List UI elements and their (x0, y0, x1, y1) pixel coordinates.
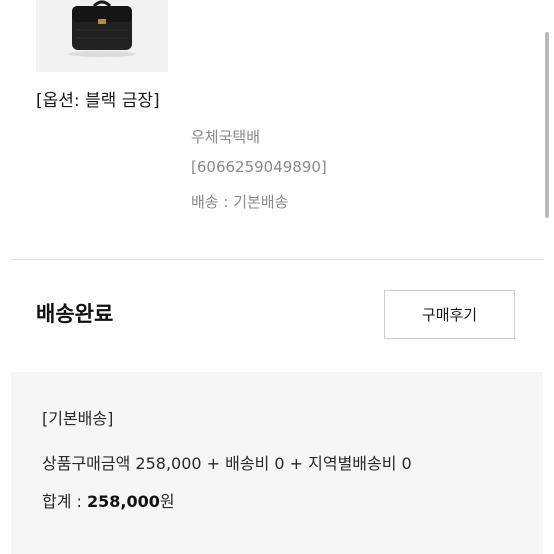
write-review-button[interactable]: 구매후기 (384, 290, 515, 339)
scrollbar[interactable] (545, 32, 549, 218)
order-summary-box: [기본배송] 상품구매금액 258,000 + 배송비 0 + 지역별배송비 0… (11, 372, 543, 554)
tracking-number[interactable]: [6066259049890] (191, 158, 327, 176)
total-unit: 원 (159, 492, 175, 511)
shipping-carrier: 우체국택배 (191, 128, 261, 146)
total-label: 합계 : (42, 492, 88, 511)
price-calculation: 상품구매금액 258,000 + 배송비 0 + 지역별배송비 0 (42, 454, 412, 473)
section-divider (10, 259, 544, 260)
product-image[interactable] (36, 0, 168, 72)
shipping-method: 배송 : 기본배송 (191, 193, 289, 211)
order-total: 합계 : 258,000원 (42, 488, 175, 512)
delivery-status-title: 배송완료 (36, 302, 114, 326)
product-option: [옵션: 블랙 금장] (36, 91, 160, 111)
black-bag-image (36, 0, 168, 72)
total-amount: 258,000 (87, 492, 160, 511)
shipping-type-tag: [기본배송] (42, 409, 114, 428)
